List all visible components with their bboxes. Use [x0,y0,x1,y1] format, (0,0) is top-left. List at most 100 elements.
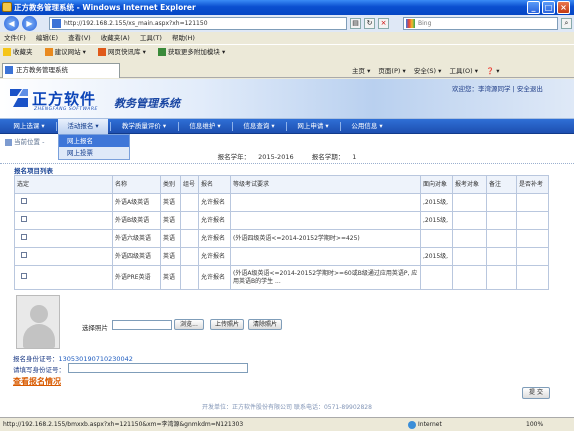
menu-help[interactable]: 帮助(H) [172,34,195,42]
row-checkbox[interactable] [21,252,27,258]
select-cell [14,211,113,230]
search-input[interactable]: Bing [403,17,558,30]
photo-placeholder [16,295,60,349]
cmd-page[interactable]: 页面(P) ▾ [378,67,405,75]
close-button[interactable]: × [557,1,570,14]
select-cell [14,247,113,266]
cell-resit [516,247,549,266]
breadcrumb: 当前位置 - [5,136,44,146]
search-icon[interactable]: ⌕ [561,18,572,29]
web-slice-gallery[interactable]: 网页快讯库 ▾ [98,48,146,56]
welcome-text[interactable]: 欢迎您：李湾源同学 | 安全退出 [452,83,543,93]
select-cell [14,193,113,212]
back-button[interactable]: ◀ [4,16,19,31]
term-label: 报名学期： 1 [311,153,357,161]
browse-button[interactable]: 浏览... [174,319,204,330]
cell-name: 外语A级英语 [112,193,161,212]
sites-icon [44,48,53,56]
view-signup-status-link[interactable]: 查看报名情况 [13,376,61,387]
logo-text: 正方软件 [32,90,97,108]
favorites-bar: 收藏夹 建议网站 ▾ 网页快讯库 ▾ 获取更多附加模块 ▾ [0,44,574,59]
nav-divider [56,122,57,131]
address-input[interactable]: http://192.168.2.155/xs_main.aspx?xh=121… [49,17,347,30]
favorites-button[interactable]: 收藏夹 [3,48,33,56]
banner: 正方软件 ZHENGFANG SOFTWARE 教务管理系统 欢迎您：李湾源同学… [0,79,574,119]
col-name: 名称 [112,175,161,194]
ie-icon [2,2,12,12]
nav-divider [232,122,233,131]
menu-tools[interactable]: 工具(T) [140,34,162,42]
main-nav: 网上选课 ▾ 活动报名 ▾ 教学质量评价 ▾ 信息维护 ▾ 信息查询 ▾ 网上申… [0,119,574,134]
year-label: 报名学年： 2015-2016 [217,153,294,161]
cell-note [486,193,517,212]
nav-online-application[interactable]: 网上申请 ▾ [288,119,338,134]
upload-photo-button[interactable]: 上传照片 [210,319,244,330]
footer-text: 开发单位：正方软件股份有限公司 联系电话：0571-89902828 [202,404,372,411]
bing-icon [406,19,415,28]
page-content: 正方软件 ZHENGFANG SOFTWARE 教务管理系统 欢迎您：李湾源同学… [0,79,574,417]
cmd-help[interactable]: ❓ ▾ [486,67,499,75]
cell-category: 英语 [160,229,181,248]
forward-button[interactable]: ▶ [22,16,37,31]
cell-requirement: (外语四级英语<=2014-20152学期时>=425) [230,229,421,248]
nav-info-query[interactable]: 信息查询 ▾ [234,119,284,134]
cell-requirement [230,247,421,266]
status-bar: http://192.168.2.155/bmxxb.aspx?xh=12115… [0,417,574,431]
cell-note [486,265,517,290]
row-checkbox[interactable] [21,273,27,279]
table-row: 外语B级英语 英语 允许报名 ,2015级, [14,211,549,230]
cmd-home[interactable]: 主页 ▾ [352,67,370,75]
refresh-icon[interactable]: ↻ [364,18,375,29]
get-addons[interactable]: 获取更多附加模块 ▾ [157,48,225,56]
menu-view[interactable]: 查看(V) [68,34,91,42]
zoom-level[interactable]: 100% [526,418,543,431]
signup-id-line: 报名身份证号：130530190710230042 [13,355,133,363]
id-number-input[interactable] [68,363,248,373]
submit-button[interactable]: 提 交 [522,387,550,399]
cell-signup: 允许报名 [198,247,231,266]
cell-category: 英语 [160,247,181,266]
cell-name: 外语B级英语 [112,211,161,230]
photo-file-input[interactable] [112,320,172,330]
col-signup: 报名 [198,175,231,194]
compat-icon[interactable]: ▤ [350,18,361,29]
table-header-row: 选定 名称 类别 组号 报名 等级考试要求 面向对象 报考对象 备注 是否补考 [14,175,549,194]
tab-row: 正方教务管理系统 主页 ▾ 页面(P) ▾ 安全(S) ▾ 工具(O) ▾ ❓ … [0,60,574,78]
row-checkbox[interactable] [21,234,27,240]
id-edit-label: 请填写身份证号： [13,366,65,374]
nav-course-selection[interactable]: 网上选课 ▾ [4,119,54,134]
col-category: 类别 [160,175,181,194]
stop-icon[interactable]: × [378,18,389,29]
cell-exam-target [452,265,487,290]
maximize-button[interactable]: □ [542,1,555,14]
menu-file[interactable]: 文件(F) [4,34,26,42]
title-bar: 正方教务管理系统 - Windows Internet Explorer _ □… [0,0,574,15]
menu-edit[interactable]: 编辑(E) [36,34,58,42]
dropdown-online-vote[interactable]: 网上投票 [59,147,129,159]
suggested-sites[interactable]: 建议网站 ▾ [44,48,86,56]
nav-info-maintenance[interactable]: 信息维护 ▾ [180,119,230,134]
nav-teaching-evaluation[interactable]: 教学质量评价 ▾ [112,119,176,134]
col-resit: 是否补考 [516,175,549,194]
col-requirement: 等级考试要求 [230,175,421,194]
cmd-safety[interactable]: 安全(S) ▾ [414,67,442,75]
minimize-button[interactable]: _ [527,1,540,14]
cell-category: 英语 [160,265,181,290]
nav-activity-signup[interactable]: 活动报名 ▾ [58,119,108,134]
row-checkbox[interactable] [21,216,27,222]
dropdown-online-signup[interactable]: 网上报名 [59,135,129,147]
cell-exam-target [452,193,487,212]
cell-requirement [230,193,421,212]
cell-target: ,2015级, [420,193,453,212]
star-icon [3,48,11,56]
cell-note [486,229,517,248]
menu-favorites[interactable]: 收藏夹(A) [101,34,130,42]
row-checkbox[interactable] [21,198,27,204]
command-bar: 主页 ▾ 页面(P) ▾ 安全(S) ▾ 工具(O) ▾ ❓ ▾ [352,65,505,75]
clear-photo-button[interactable]: 清除照片 [248,319,282,330]
nav-public-info[interactable]: 公用信息 ▾ [342,119,392,134]
cell-note [486,211,517,230]
cmd-tools[interactable]: 工具(O) ▾ [449,67,478,75]
cell-resit [516,211,549,230]
tab-current[interactable]: 正方教务管理系统 [2,63,120,78]
